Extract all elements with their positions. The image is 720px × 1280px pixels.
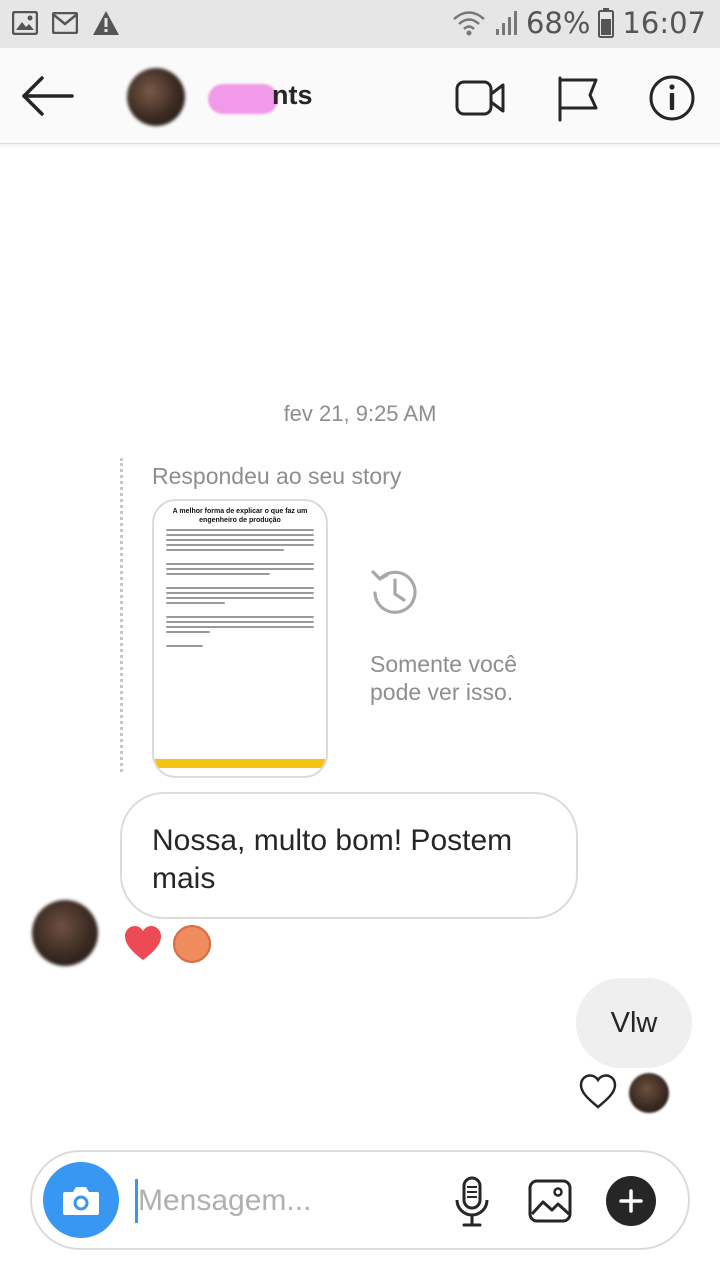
image-icon (12, 11, 38, 35)
more-options-button[interactable] (606, 1176, 656, 1226)
history-icon (371, 570, 417, 614)
clock: 16:07 (622, 6, 706, 40)
flag-icon[interactable] (552, 72, 604, 124)
avatar[interactable] (127, 68, 185, 126)
video-call-icon[interactable] (454, 72, 506, 124)
incoming-message-bubble[interactable]: Nossa, multo bom! Postem mais (120, 792, 578, 919)
seen-by-avatar (629, 1073, 669, 1113)
story-title: A melhor forma de explicar o que faz um … (172, 508, 308, 524)
story-preview[interactable]: A melhor forma de explicar o que faz um … (152, 499, 328, 778)
message-timestamp: fev 21, 9:25 AM (283, 401, 437, 426)
heart-outline-icon[interactable] (578, 1072, 618, 1112)
contact-name[interactable]: nts (210, 80, 313, 111)
story-reply-caption: Respondeu ao seu story (152, 463, 402, 489)
warning-icon (93, 11, 119, 35)
status-bar: 68% 16:07 (0, 0, 720, 48)
signal-icon (495, 11, 517, 35)
message-composer (30, 1150, 690, 1250)
message-input[interactable] (138, 1174, 428, 1228)
reply-indicator-line (120, 458, 123, 772)
back-arrow-icon[interactable] (20, 74, 76, 118)
camera-icon (63, 1187, 99, 1215)
microphone-icon[interactable] (452, 1176, 492, 1228)
reactor-avatar (173, 925, 211, 963)
info-icon[interactable] (646, 72, 698, 124)
battery-percent: 68% (525, 6, 591, 40)
avatar[interactable] (32, 900, 98, 966)
heart-icon[interactable] (123, 924, 163, 964)
plus-icon (619, 1189, 643, 1213)
wifi-icon (453, 11, 485, 36)
chat-header: nts (0, 48, 720, 144)
battery-icon (598, 8, 615, 38)
story-text-lines (154, 529, 326, 647)
gmail-icon (52, 12, 78, 34)
story-footer-bar (154, 759, 326, 768)
only-you-notice: Somente você pode ver isso. (370, 651, 518, 705)
camera-button[interactable] (43, 1162, 119, 1238)
image-icon[interactable] (527, 1178, 573, 1224)
outgoing-message-bubble[interactable]: Vlw (576, 978, 692, 1068)
